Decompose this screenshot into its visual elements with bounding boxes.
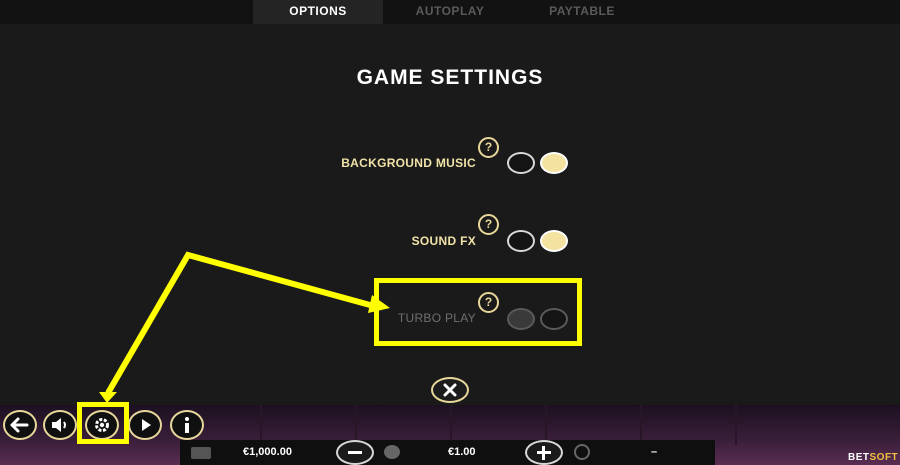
floor-grid-line <box>735 405 737 445</box>
floor-grid-line <box>355 405 357 445</box>
speaker-icon <box>52 418 66 432</box>
background-music-help-button[interactable]: ? <box>478 137 499 158</box>
floor-grid-line <box>545 405 547 445</box>
tab-autoplay[interactable]: AUTOPLAY <box>385 0 515 24</box>
win-value: – <box>651 446 658 458</box>
coins-icon <box>384 445 400 459</box>
autoplay-icon <box>142 419 151 431</box>
plus-icon <box>537 446 551 460</box>
tab-options[interactable]: OPTIONS <box>253 0 383 24</box>
wallet-icon <box>191 447 211 459</box>
balance-value: €1,000.00 <box>243 446 292 458</box>
betsoft-logo: BETSOFT <box>848 452 898 463</box>
tab-paytable[interactable]: PAYTABLE <box>517 0 647 24</box>
back-button[interactable] <box>3 410 37 440</box>
bet-value: €1.00 <box>448 446 476 458</box>
background-music-on-toggle[interactable] <box>540 152 568 174</box>
sound-fx-label: SOUND FX <box>411 234 476 248</box>
win-badge-icon <box>574 444 590 460</box>
minus-icon <box>348 451 362 454</box>
brand-soft: SOFT <box>869 452 899 463</box>
turbo-play-highlight-box <box>374 278 582 346</box>
autoplay-button[interactable] <box>128 410 162 440</box>
back-arrow-icon <box>10 417 29 433</box>
info-icon <box>185 417 189 433</box>
background-music-off-toggle[interactable] <box>507 152 535 174</box>
floor-grid-line <box>640 405 642 445</box>
background-music-label: BACKGROUND MUSIC <box>341 156 476 170</box>
sound-fx-on-toggle[interactable] <box>540 230 568 252</box>
increase-bet-button[interactable] <box>525 440 563 465</box>
floor-grid-line <box>450 405 452 445</box>
gear-highlight-box <box>77 402 129 444</box>
sound-button[interactable] <box>43 410 77 440</box>
sound-fx-help-button[interactable]: ? <box>478 214 499 235</box>
close-x-icon <box>443 383 457 397</box>
page-title: GAME SETTINGS <box>356 66 544 89</box>
brand-bet: BET <box>848 452 870 463</box>
floor-grid-line <box>260 405 262 445</box>
sound-fx-off-toggle[interactable] <box>507 230 535 252</box>
close-settings-button[interactable] <box>431 377 469 403</box>
decrease-bet-button[interactable] <box>336 440 374 465</box>
info-button[interactable] <box>170 410 204 440</box>
